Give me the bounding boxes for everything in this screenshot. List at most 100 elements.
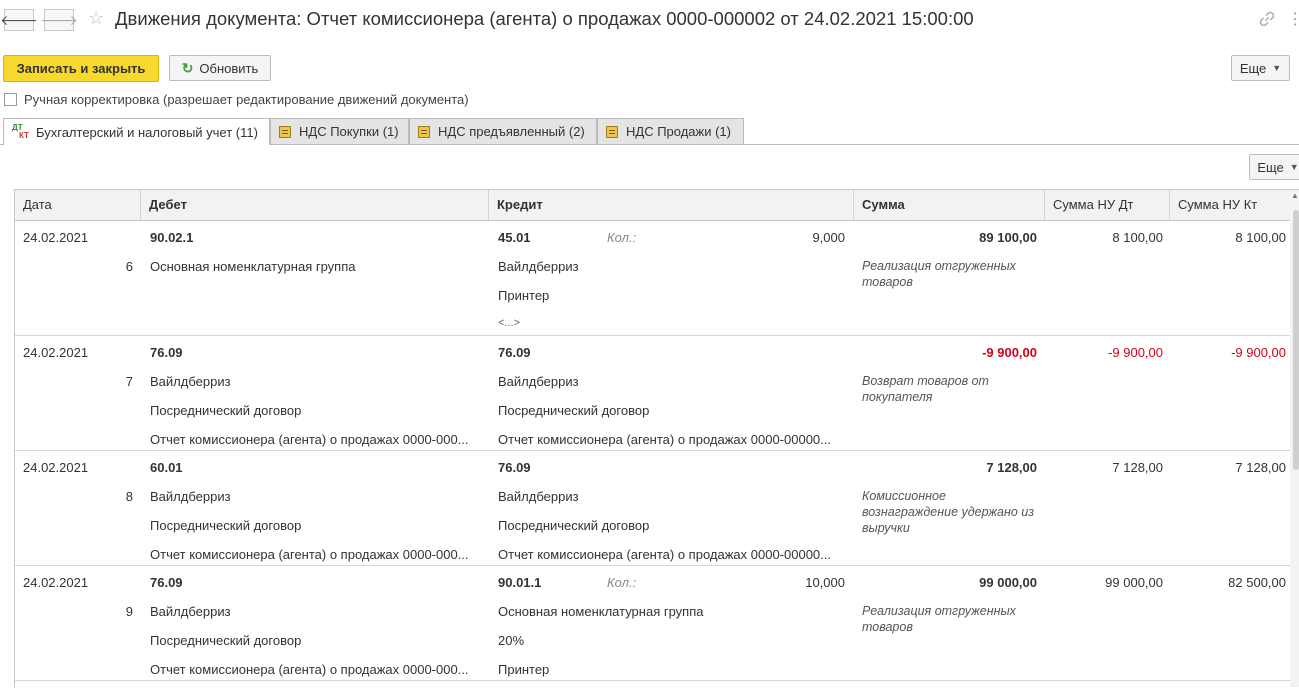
row-sum-nu-kt: 7 128,00 [1235,460,1286,475]
debit-subconto-1: Основная номенклатурная группа [150,259,356,274]
row-comment: Реализация отгруженных товаров [862,604,1016,634]
tab-label: НДС Продажи (1) [626,124,731,139]
row-sum-nu-dt: -9 900,00 [1108,345,1163,360]
row-comment: Возврат товаров от покупателя [862,374,989,404]
debit-account: 76.09 [150,345,183,360]
grid-more-label: Еще [1257,159,1284,175]
row-sum-nu-dt: 8 100,00 [1112,230,1163,245]
debit-account: 90.02.1 [150,230,194,245]
grid-more-button[interactable]: Еще ▼ [1249,154,1299,180]
manual-edit-label[interactable]: Ручная корректировка (разрешает редактир… [24,92,469,107]
column-header-sum-nu-kt[interactable]: Сумма НУ Кт [1170,190,1299,220]
chevron-down-icon: ▼ [1272,63,1282,73]
row-number: 7 [125,374,133,389]
table-row[interactable]: 24.02.2021 6 90.02.1 Основная номенклату… [15,221,1299,336]
chevron-down-icon: ▼ [1289,162,1299,172]
arrow-right-icon: 🡒 [40,11,78,28]
credit-subconto-3: Отчет комиссионера (агента) о продажах 0… [498,432,831,447]
credit-subconto-3: Принтер [498,662,550,677]
credit-subconto-1: Вайлдберриз [498,489,579,504]
row-number: 6 [125,259,133,274]
back-button[interactable]: 🡐 [0,9,38,31]
column-header-date[interactable]: Дата [15,190,141,220]
scrollbar-thumb[interactable] [1293,210,1299,470]
row-comment: Комиссионное вознаграждение удержано из … [862,489,1035,535]
row-sum: 89 100,00 [979,230,1037,245]
debit-subconto-3: Отчет комиссионера (агента) о продажах 0… [150,432,469,447]
column-header-credit[interactable]: Кредит [489,190,854,220]
tab-label: НДС предъявленный (2) [438,124,585,139]
credit-subconto-3: Отчет комиссионера (агента) о продажах 0… [498,547,831,562]
row-number: 8 [125,489,133,504]
debit-subconto-3: Отчет комиссионера (агента) о продажах 0… [150,662,469,677]
credit-subconto-2: 20% [498,633,525,648]
credit-qty: 9,000 [812,230,845,245]
column-header-debit[interactable]: Дебет [141,190,489,220]
register-icon [418,125,430,138]
credit-account: 90.01.1 [498,575,542,590]
row-date: 24.02.2021 [23,460,89,475]
column-header-sum[interactable]: Сумма [854,190,1045,220]
table-header: Дата Дебет Кредит Сумма Сумма НУ Дт Сумм… [15,190,1299,221]
credit-account: 76.09 [498,460,531,475]
row-date: 24.02.2021 [23,345,89,360]
credit-account: 45.01 [498,230,531,245]
refresh-button[interactable]: ↻ Обновить [169,55,271,81]
forward-button[interactable]: 🡒 [40,9,78,31]
row-sum-nu-kt: 8 100,00 [1235,230,1286,245]
tab-accounting[interactable]: ДТ КТ Бухгалтерский и налоговый учет (11) [3,118,270,145]
qty-label: Кол.: [607,230,637,245]
row-sum: 7 128,00 [986,460,1037,475]
register-icon [606,125,618,138]
row-comment: Реализация отгруженных товаров [862,259,1016,289]
debit-subconto-1: Вайлдберриз [150,374,231,389]
more-menu-icon[interactable]: ⋮ [1287,9,1299,29]
table-row[interactable]: 24.02.2021 9 76.09 Вайлдберриз Посреднич… [15,566,1299,681]
debit-subconto-2: Посреднический договор [150,403,302,418]
row-sum-nu-dt: 99 000,00 [1105,575,1163,590]
tab-vat-purchases[interactable]: НДС Покупки (1) [270,118,409,144]
debit-subconto-1: Вайлдберриз [150,489,231,504]
column-header-sum-nu-dt[interactable]: Сумма НУ Дт [1045,190,1170,220]
link-icon[interactable] [1259,11,1275,27]
credit-subconto-1: Вайлдберриз [498,374,579,389]
row-sum: 99 000,00 [979,575,1037,590]
credit-subconto-3: <...> [498,317,521,329]
row-sum: -9 900,00 [982,345,1037,360]
table-row[interactable]: 24.02.2021 7 76.09 Вайлдберриз Посреднич… [15,336,1299,451]
credit-qty: 10,000 [805,575,845,590]
debit-subconto-2: Посреднический договор [150,633,302,648]
row-sum-nu-kt: -9 900,00 [1231,345,1286,360]
debit-account: 76.09 [150,575,183,590]
credit-subconto-2: Посреднический договор [498,403,650,418]
debit-subconto-2: Посреднический договор [150,518,302,533]
row-date: 24.02.2021 [23,230,89,245]
favorite-star-icon[interactable]: ☆ [88,8,104,29]
register-icon [279,125,291,138]
tab-vat-presented[interactable]: НДС предъявленный (2) [409,118,597,144]
refresh-icon: ↻ [181,59,194,76]
manual-edit-checkbox[interactable] [4,93,17,106]
debit-subconto-3: Отчет комиссионера (агента) о продажах 0… [150,547,469,562]
dt-kt-icon: ДТ КТ [12,123,29,140]
arrow-left-icon: 🡐 [0,11,38,28]
more-label: Еще [1239,60,1267,76]
tab-label: Бухгалтерский и налоговый учет (11) [36,124,258,140]
credit-subconto-1: Вайлдберриз [498,259,579,274]
credit-subconto-2: Принтер [498,288,550,303]
row-sum-nu-dt: 7 128,00 [1112,460,1163,475]
scroll-up-icon[interactable]: ▲ [1291,191,1299,200]
row-sum-nu-kt: 82 500,00 [1228,575,1286,590]
movements-table[interactable]: Дата Дебет Кредит Сумма Сумма НУ Дт Сумм… [14,189,1299,688]
page-title: Движения документа: Отчет комиссионера (… [115,8,974,29]
credit-account: 76.09 [498,345,531,360]
debit-subconto-1: Вайлдберриз [150,604,231,619]
more-button[interactable]: Еще ▼ [1231,55,1290,81]
debit-account: 60.01 [150,460,183,475]
credit-subconto-2: Посреднический договор [498,518,650,533]
qty-label: Кол.: [607,575,637,590]
tab-vat-sales[interactable]: НДС Продажи (1) [597,118,744,144]
table-row[interactable]: 24.02.2021 8 60.01 Вайлдберриз Посреднич… [15,451,1299,566]
row-date: 24.02.2021 [23,575,89,590]
save-and-close-button[interactable]: Записать и закрыть [3,55,159,82]
